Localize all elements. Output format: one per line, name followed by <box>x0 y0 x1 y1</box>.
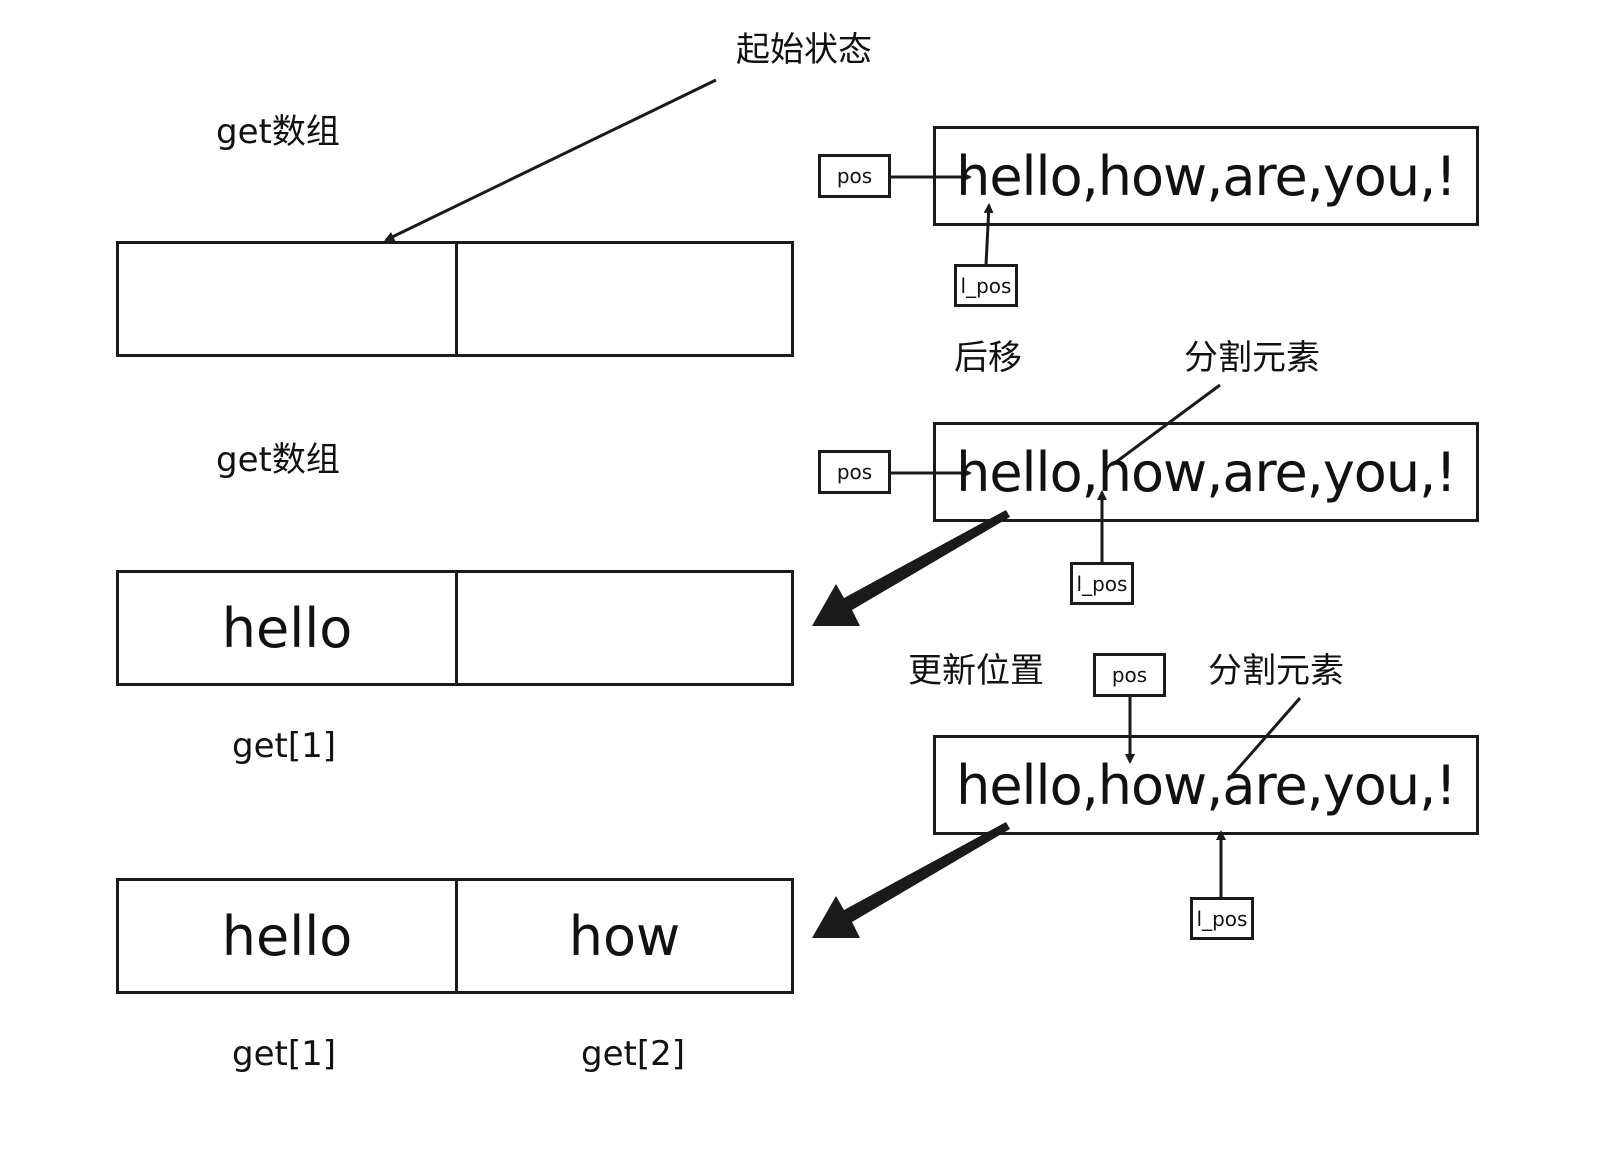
string-box-1: hello,how,are,you,! <box>933 126 1479 226</box>
split-element-label-2: 分割元素 <box>1208 651 1344 691</box>
pos-tag-2: pos <box>818 450 891 494</box>
l-pos-tag-2: l_pos <box>1070 562 1134 605</box>
split-element-label-1: 分割元素 <box>1184 338 1320 378</box>
array-cell-1-1 <box>116 241 458 357</box>
pos-tag-1: pos <box>818 154 891 198</box>
get-array-label-1: get数组 <box>216 112 340 152</box>
index-label-3-1: get[1] <box>232 1034 336 1074</box>
l-pos-tag-1: l_pos <box>954 264 1018 307</box>
update-position-label: 更新位置 <box>908 651 1044 691</box>
index-label-3-2: get[2] <box>581 1034 685 1074</box>
array-cell-2-2 <box>455 570 794 686</box>
array-cell-2-1: hello <box>116 570 458 686</box>
string-box-2: hello,how,are,you,! <box>933 422 1479 522</box>
l-pos-tag-3: l_pos <box>1190 897 1254 940</box>
string-box-3: hello,how,are,you,! <box>933 735 1479 835</box>
copy-arrow-2 <box>812 822 1010 938</box>
array-cell-3-1: hello <box>116 878 458 994</box>
get-array-label-2: get数组 <box>216 440 340 480</box>
start-state-arrow <box>384 78 717 242</box>
shift-back-label: 后移 <box>954 338 1022 378</box>
array-cell-3-2: how <box>455 878 794 994</box>
start-state-label: 起始状态 <box>736 30 872 70</box>
pos-tag-3: pos <box>1093 653 1166 697</box>
index-label-2-1: get[1] <box>232 726 336 766</box>
copy-arrow-1 <box>812 510 1010 626</box>
array-cell-1-2 <box>455 241 794 357</box>
